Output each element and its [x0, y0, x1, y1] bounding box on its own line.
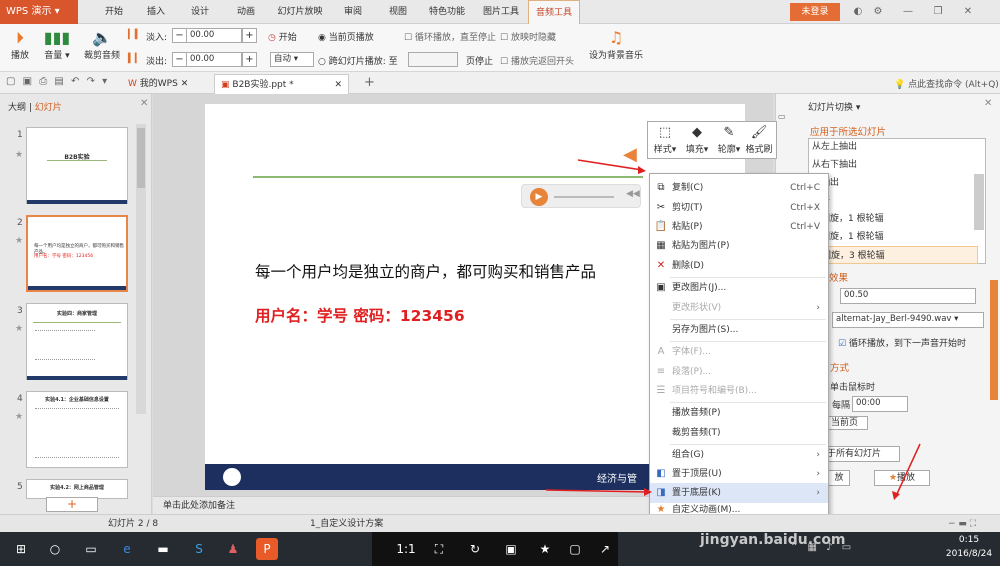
- app-icon[interactable]: ♟: [222, 538, 244, 560]
- sogou-icon[interactable]: S: [188, 538, 210, 560]
- favorite-icon[interactable]: ★: [534, 538, 556, 560]
- clock-date: 2016/8/24: [945, 549, 993, 559]
- share-icon[interactable]: ↗: [594, 538, 616, 560]
- design-scheme: 1_自定义设计方案: [310, 519, 384, 529]
- slide-counter: 幻灯片 2 / 8: [108, 519, 159, 529]
- status-bar: 幻灯片 2 / 8 1_自定义设计方案 − ▬ ⛶: [0, 514, 1000, 532]
- arrow-head: [638, 166, 646, 174]
- fit-screen-icon[interactable]: ⛶: [428, 538, 450, 560]
- clock-time: 0:15: [958, 535, 980, 545]
- cortana-icon[interactable]: ○: [44, 538, 66, 560]
- system-tray-icons[interactable]: ⌃ ▦ ♪ ▭: [790, 542, 854, 553]
- windows-taskbar: ⊞ ○ ▭ e ▬ S ♟ P 1:1 ⛶ ↻ ▣ ★ ▢ ↗ jingyan.…: [0, 532, 1000, 566]
- arrow-head: [892, 491, 900, 500]
- windows-start-icon[interactable]: ⊞: [10, 538, 32, 560]
- zoom-controls[interactable]: − ▬ ⛶: [948, 515, 976, 533]
- arrow-to-audio-icon: [577, 159, 643, 171]
- task-view-icon[interactable]: ▭: [80, 538, 102, 560]
- actual-size-button[interactable]: 1:1: [392, 538, 420, 560]
- wps-presentation-icon[interactable]: P: [256, 538, 278, 560]
- arrow-to-send-back: [545, 489, 649, 493]
- arrow-head: [644, 488, 652, 496]
- rotate-icon[interactable]: ↻: [464, 538, 486, 560]
- crop-icon[interactable]: ▢: [564, 538, 586, 560]
- arrow-to-panel: [895, 443, 921, 497]
- annotation-arrows: [545, 159, 921, 500]
- file-explorer-icon[interactable]: ▬: [152, 538, 174, 560]
- image-viewer-toolbar: 1:1 ⛶ ↻ ▣ ★ ▢ ↗: [372, 532, 618, 566]
- save-icon[interactable]: ▣: [500, 538, 522, 560]
- edge-browser-icon[interactable]: e: [116, 538, 138, 560]
